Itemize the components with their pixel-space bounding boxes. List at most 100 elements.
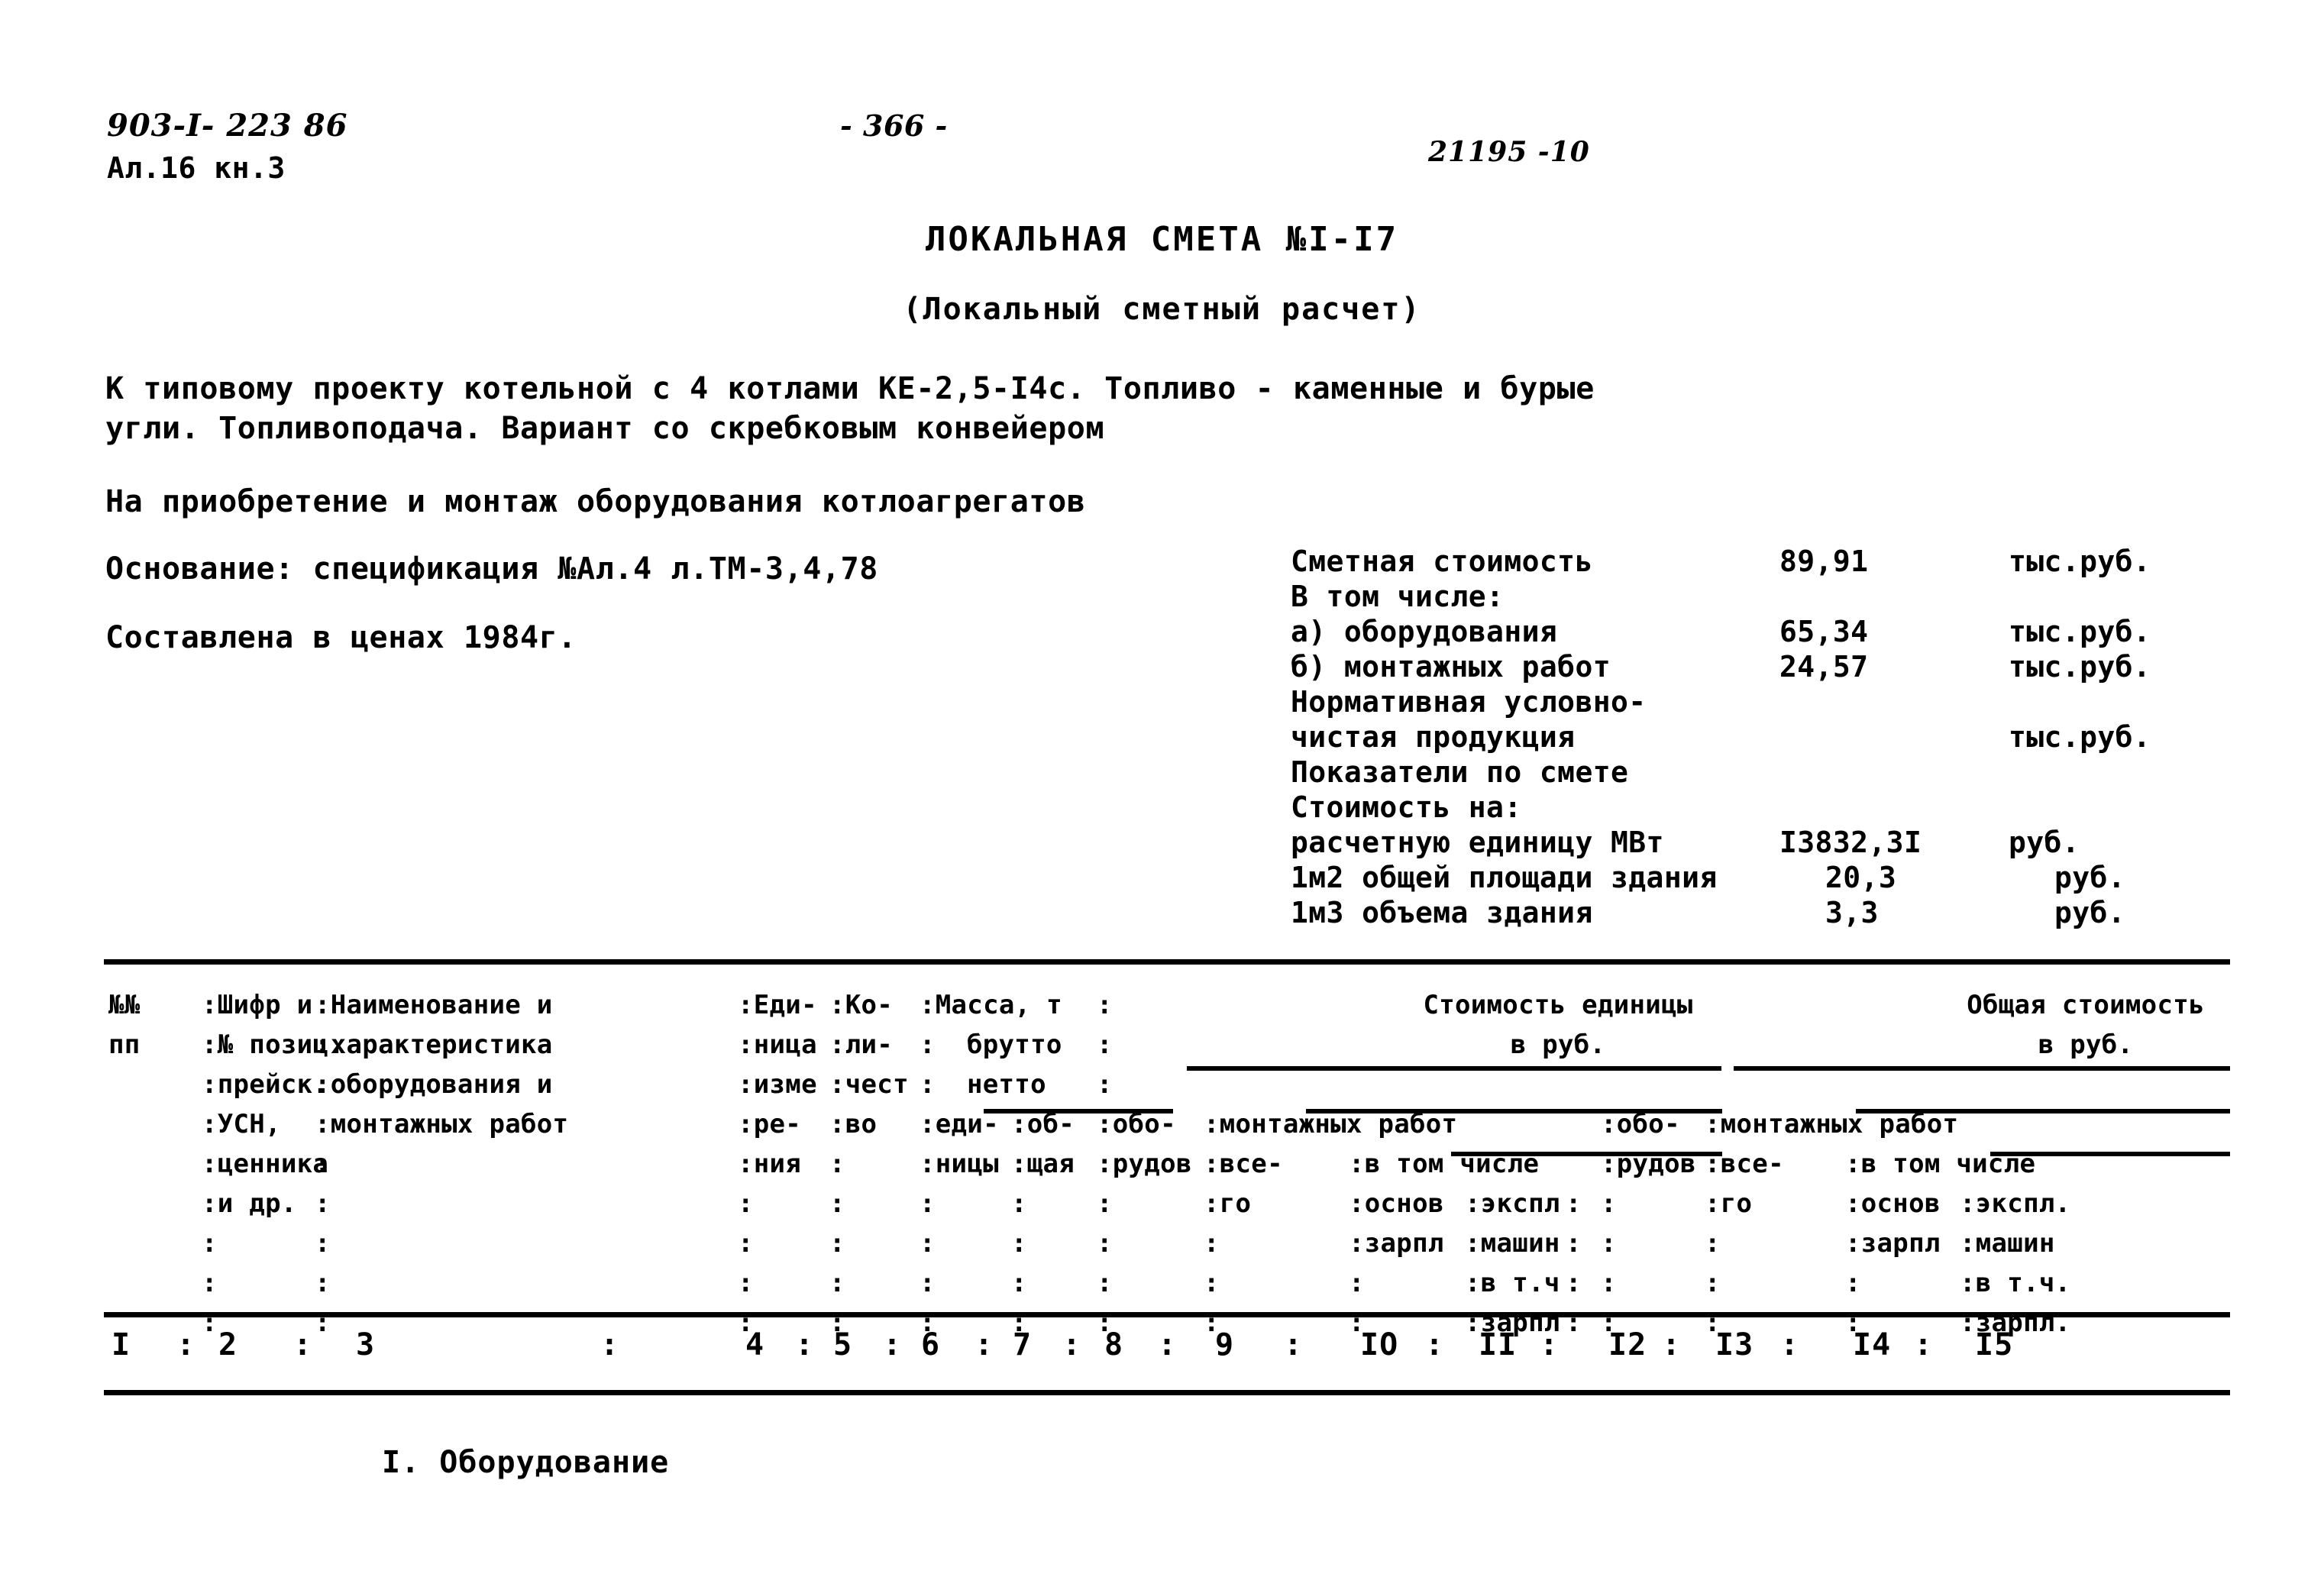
header-col14-dots-1: : [1845,1268,1861,1298]
header-col11-dots-3: : [1601,1268,1617,1298]
header-col6-dots-3: : [920,1268,936,1298]
project-description-line-2: угли. Топливоподача. Вариант со скребков… [105,411,1105,446]
cost-summary-label: расчетную единицу МВт [1291,826,1664,859]
header-col6-dots-2: : [920,1228,936,1259]
header-col15-line1: :экспл. [1960,1188,2071,1219]
estimate-purpose: На приобретение и монтаж оборудования ко… [105,484,1086,519]
cost-summary-value: I3832,3I [1779,826,1922,859]
column-number-7: 7 [1013,1327,1033,1362]
header-group-total-cost-subtitle: в руб. [2038,1029,2134,1060]
column-number-separator-10: : [1425,1327,1445,1362]
header-col5-line3: :чест [829,1069,909,1100]
header-col8-dots-2: : [1097,1228,1113,1259]
header-col2-dots-2: : [202,1268,218,1298]
header-including-span-1: :в том числе [1349,1149,1540,1179]
header-col5-dots-1: : [829,1149,845,1179]
header-col2-line6: :и др. [202,1188,297,1219]
header-install-works-span-2: :монтажных работ [1705,1109,1959,1139]
cost-summary-row: Нормативная условно- [1291,684,2151,719]
rule-unit-cost-group [1187,1066,1721,1071]
cost-summary-label: чистая продукция [1291,720,1576,754]
cost-summary-value: 20,3 [1825,861,1897,894]
column-number-14: I4 [1853,1327,1892,1362]
rule-total-cost-group [1734,1066,2230,1071]
header-col6-line2: :ницы [920,1149,999,1179]
price-level: Составлена в ценах 1984г. [105,620,577,655]
header-col4-line4: :ре- [738,1109,802,1139]
header-col8-line2: :рудов [1097,1149,1192,1179]
header-col14-line2: :зарпл [1845,1228,1941,1259]
column-number-5: 5 [833,1327,853,1362]
header-col13-line1: :все- [1705,1149,1784,1179]
header-col13-line2: :го [1705,1188,1753,1219]
column-number-separator-2: : [293,1327,313,1362]
header-col3-line3: :оборудования и [315,1069,553,1100]
header-col4-dots-1: : [738,1188,754,1219]
header-col3-dots-4: : [315,1268,331,1298]
header-col7-line2: :щая [1011,1149,1075,1179]
column-number-separator-3: : [600,1327,620,1362]
header-col4-dots-3: : [738,1268,754,1298]
header-col11-dots-2: : [1601,1228,1617,1259]
header-col4-line5: :ния [738,1149,802,1179]
header-col7-line1: :об- [1011,1109,1075,1139]
header-sep-a1: : [1097,1029,1113,1060]
cost-summary-value: 3,3 [1825,896,1879,929]
column-number-15: I5 [1975,1327,2014,1362]
column-number-1: I [112,1327,131,1362]
header-sep-a0: : [1097,990,1113,1020]
header-col1-line2: пп [108,1029,141,1060]
header-col2-line4: :УСН, [202,1109,281,1139]
header-col5-dots-3: : [829,1228,845,1259]
header-sep-a2: : [1097,1069,1113,1100]
cost-summary-row: Сметная стоимость 89,91 тыс.руб. [1291,544,2151,579]
cost-summary-unit: тыс.руб. [2009,650,2151,684]
cost-summary-row: Показатели по смете [1291,755,2151,790]
column-number-3: 3 [356,1327,376,1362]
column-number-8: 8 [1104,1327,1124,1362]
header-mass-title: :Масса, т [920,990,1062,1020]
header-col10b-line3: :в т.ч [1465,1268,1560,1298]
header-col15-line2: :машин [1960,1228,2055,1259]
header-group-total-cost-title: Общая стоимость [1967,990,2205,1020]
header-col10-dots-1: : [1349,1268,1365,1298]
cost-summary-unit: руб. [2054,896,2126,929]
column-number-2: 2 [218,1327,238,1362]
header-col3-line2: :характеристика [315,1029,553,1060]
header-group-unit-cost-subtitle: в руб. [1510,1029,1606,1060]
column-number-6: 6 [921,1327,941,1362]
header-col10b-end-2: : [1566,1228,1582,1259]
header-col10b-line2: :машин [1465,1228,1560,1259]
header-col9-line2: :го [1204,1188,1252,1219]
header-col5-line1: :Ко- [829,990,894,1020]
header-col4-line2: :ница [738,1029,817,1060]
cost-summary-row: расчетную единицу МВт I3832,3I руб. [1291,825,2151,860]
header-col14-line1: :основ [1845,1188,1941,1219]
column-number-separator-6: : [975,1327,994,1362]
header-col3-line1: :Наименование и [315,990,553,1020]
cost-summary-value: 24,57 [1779,650,1869,684]
header-col8-dots-3: : [1097,1268,1113,1298]
column-number-separator-1: : [176,1327,196,1362]
column-number-12: I2 [1608,1327,1647,1362]
header-col8-dots-1: : [1097,1188,1113,1219]
header-col10-line2: :зарпл [1349,1228,1444,1259]
header-col4-line3: :изме [738,1069,817,1100]
section-heading-equipment: I. Оборудование [382,1445,670,1480]
header-install-works-span-1: :монтажных работ [1204,1109,1458,1139]
header-col2-line5: :ценника [202,1149,329,1179]
cost-summary-unit: тыс.руб. [2009,545,2151,578]
cost-summary-label: а) оборудования [1291,615,1558,648]
table-rule-bottom [104,1390,2230,1395]
column-number-11: II [1479,1327,1518,1362]
header-col8-line1: :обо- [1097,1109,1176,1139]
header-col9-line1: :все- [1204,1149,1283,1179]
header-col13-dots-1: : [1705,1228,1721,1259]
column-number-separator-11: : [1540,1327,1560,1362]
cost-summary-label: Показатели по смете [1291,755,1629,789]
header-col9-dots-2: : [1204,1268,1220,1298]
header-mass-colon-2: : [920,1069,936,1100]
header-col10b-line1: :экспл [1465,1188,1560,1219]
header-mass-colon-1: : [920,1029,936,1060]
page-number: - 366 - [840,108,948,143]
